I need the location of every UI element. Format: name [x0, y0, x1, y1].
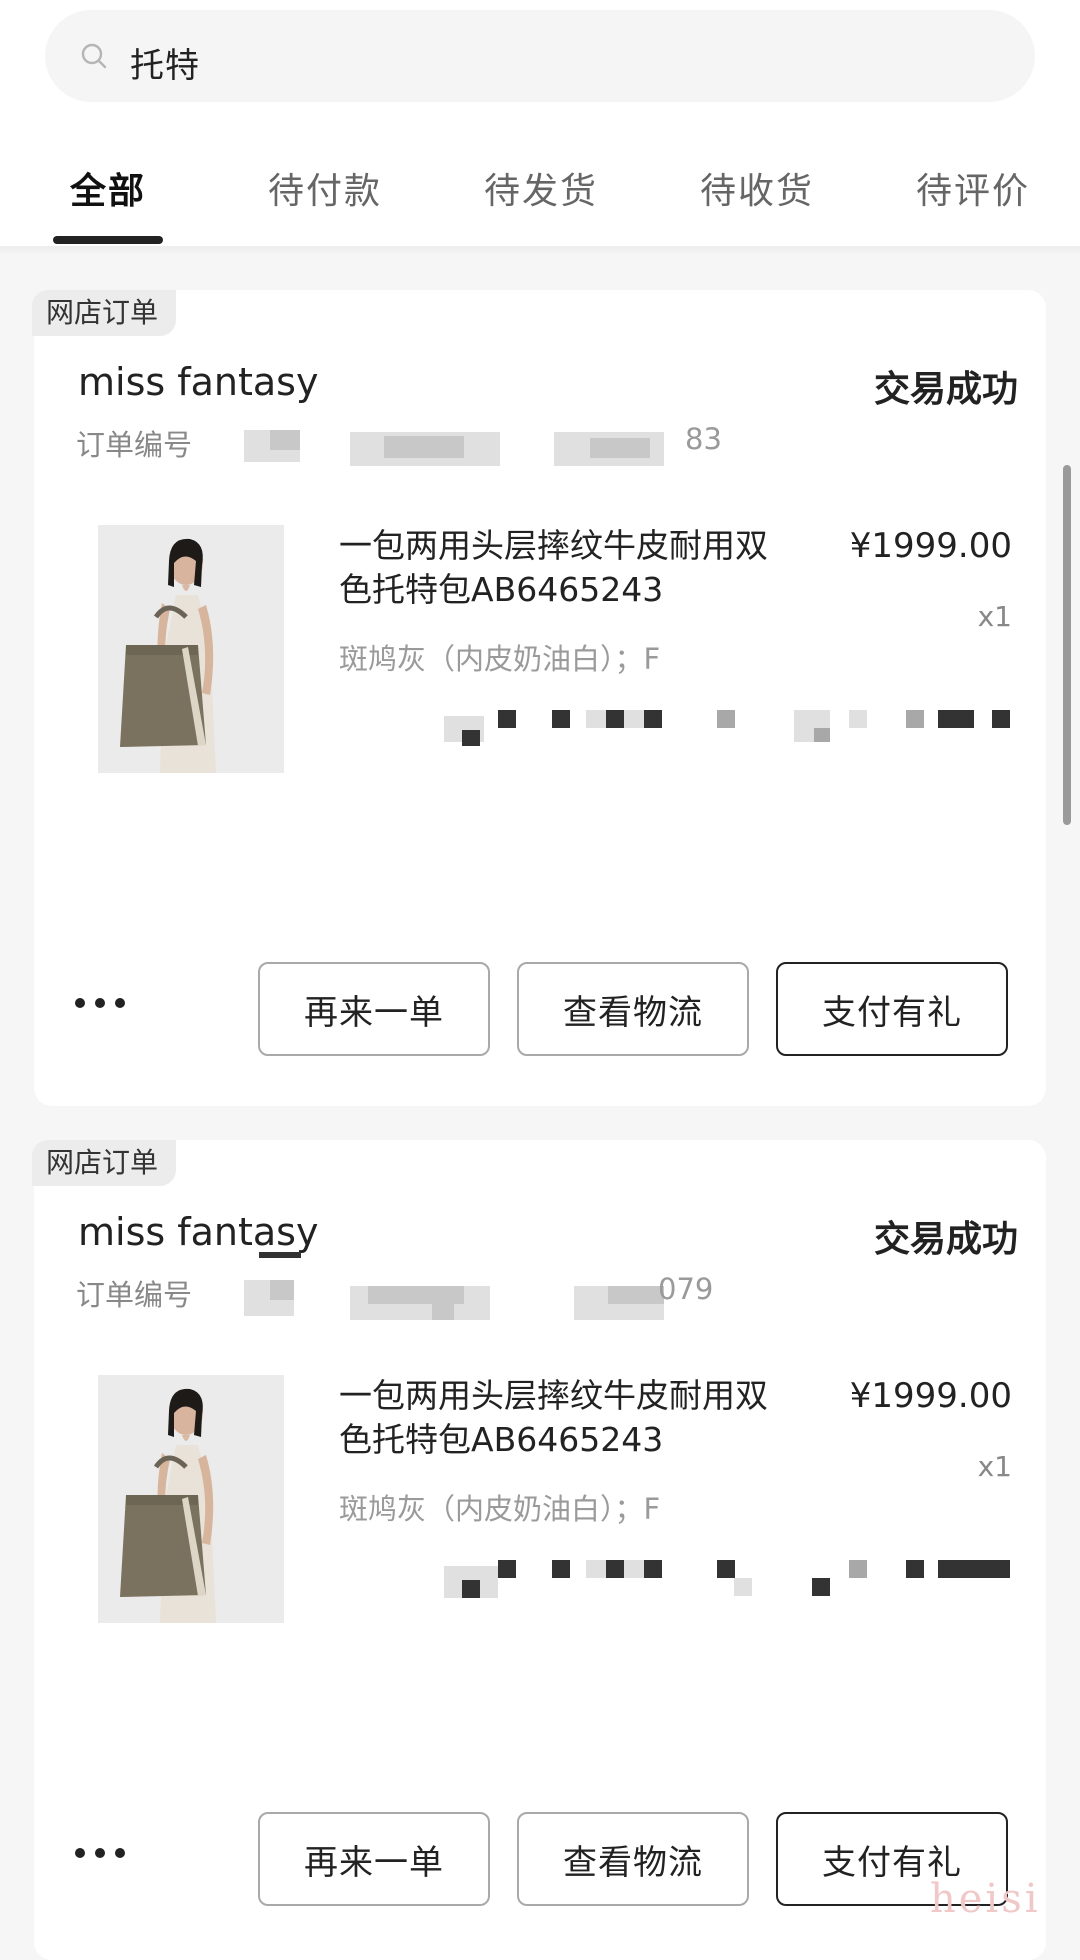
tab-pending-receipt[interactable]: 待收货 — [700, 162, 814, 214]
tab-pending-payment[interactable]: 待付款 — [268, 162, 382, 214]
watermark: heisi — [930, 1876, 1041, 1922]
reorder-button[interactable]: 再来一单 — [258, 1812, 490, 1906]
product-price: ¥1999.00 — [849, 1376, 1012, 1416]
order-number-label: 订单编号 — [76, 1278, 193, 1312]
product-quantity: x1 — [977, 1450, 1012, 1483]
header-shadow — [0, 246, 1080, 256]
tab-pending-shipment[interactable]: 待发货 — [484, 162, 598, 214]
product-spec: 斑鸠灰（内皮奶油白）；F — [339, 642, 661, 676]
payment-gift-button[interactable]: 支付有礼 — [776, 962, 1008, 1056]
order-number-tail: 83 — [685, 422, 722, 456]
product-image-tote-bag — [98, 525, 284, 773]
order-type-badge: 网店订单 — [32, 1140, 177, 1186]
shop-name[interactable]: miss fantasy — [78, 1210, 318, 1254]
product-spec: 斑鸠灰（内皮奶油白）；F — [339, 1492, 661, 1526]
product-title[interactable]: 一包两用头层摔纹牛皮耐用双色托特包AB6465243 — [339, 1374, 799, 1462]
tab-all[interactable]: 全部 — [70, 162, 146, 214]
product-price: ¥1999.00 — [849, 526, 1012, 566]
tab-pending-review[interactable]: 待评价 — [916, 162, 1030, 214]
order-number-tail: 079 — [658, 1272, 714, 1306]
product-image[interactable] — [98, 1375, 284, 1623]
view-logistics-button[interactable]: 查看物流 — [517, 962, 749, 1056]
search-input[interactable]: 托特 — [130, 38, 200, 87]
active-tab-indicator — [53, 236, 163, 244]
search-icon — [81, 43, 107, 69]
search-bar[interactable]: 托特 — [45, 10, 1035, 102]
order-number-label: 订单编号 — [76, 428, 193, 462]
scrollbar[interactable] — [1063, 465, 1071, 825]
order-type-badge: 网店订单 — [32, 290, 177, 336]
product-title[interactable]: 一包两用头层摔纹牛皮耐用双色托特包AB6465243 — [339, 524, 799, 612]
product-quantity: x1 — [977, 600, 1012, 633]
order-card[interactable]: 网店订单 miss fantasy 交易成功 订单编号 83 一包两用头层摔纹牛… — [32, 290, 1046, 1106]
more-icon[interactable] — [72, 1846, 132, 1860]
order-status-tabs: 全部 待付款 待发货 待收货 待评价 — [0, 150, 1080, 246]
reorder-button[interactable]: 再来一单 — [258, 962, 490, 1056]
view-logistics-button[interactable]: 查看物流 — [517, 1812, 749, 1906]
shop-name[interactable]: miss fantasy — [78, 360, 318, 404]
product-image-tote-bag — [98, 1375, 284, 1623]
product-image[interactable] — [98, 525, 284, 773]
order-card[interactable]: 网店订单 miss fantasy 交易成功 订单编号 079 一包两用头层摔纹… — [32, 1140, 1046, 1960]
order-status: 交易成功 — [873, 1219, 1018, 1260]
order-status: 交易成功 — [873, 369, 1018, 410]
top-bar: 托特 全部 待付款 待发货 待收货 待评价 — [0, 0, 1080, 246]
more-icon[interactable] — [72, 996, 132, 1010]
